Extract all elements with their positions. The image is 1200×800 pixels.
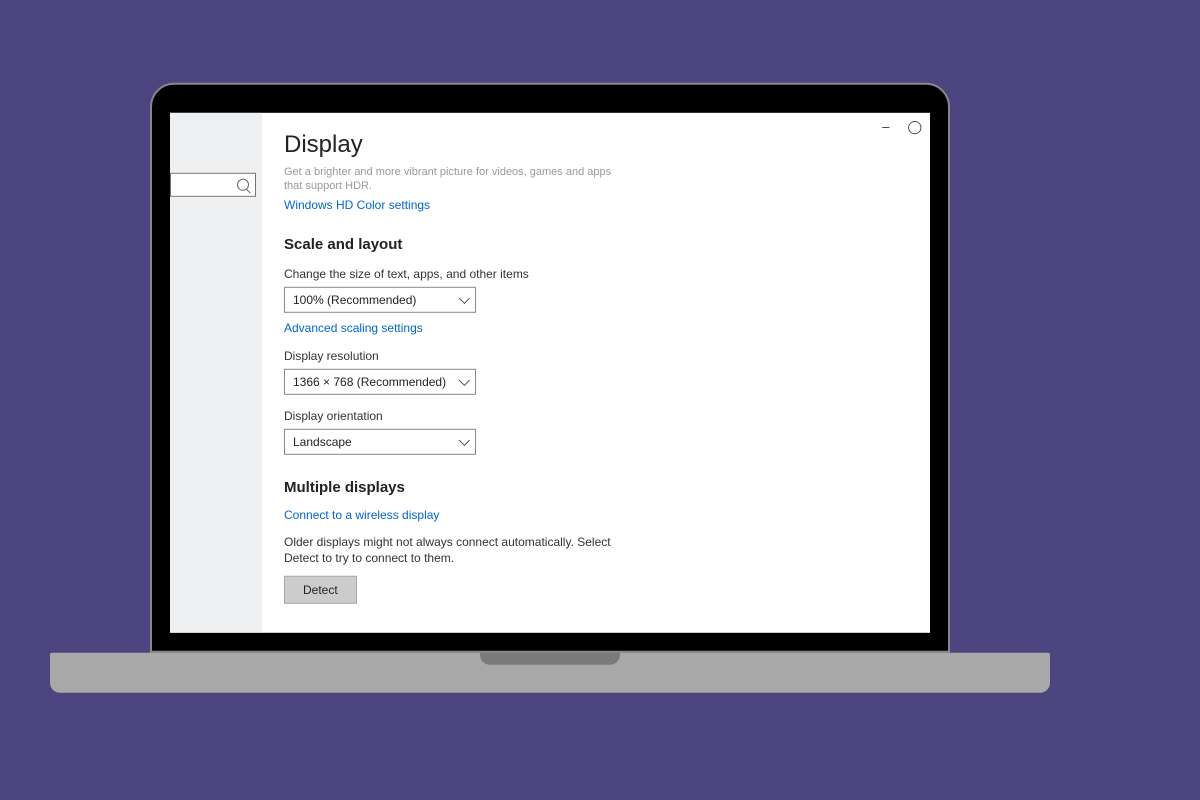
text-size-dropdown[interactable]: 100% (Recommended) [284,286,476,312]
laptop-frame: – ◯ Display Get a brighter and more vibr… [150,83,1050,693]
orientation-label: Display orientation [284,408,900,422]
detect-info-text: Older displays might not always connect … [284,533,624,565]
orientation-value: Landscape [293,434,352,448]
text-size-value: 100% (Recommended) [293,292,416,306]
scale-layout-heading: Scale and layout [284,235,900,252]
resolution-dropdown[interactable]: 1366 × 768 (Recommended) [284,368,476,394]
resolution-value: 1366 × 768 (Recommended) [293,374,446,388]
laptop-notch [480,653,620,665]
chevron-down-icon [459,434,470,445]
detect-button[interactable]: Detect [284,576,357,604]
settings-window: – ◯ Display Get a brighter and more vibr… [170,113,930,633]
laptop-screen-bezel: – ◯ Display Get a brighter and more vibr… [150,83,950,653]
display-settings-panel: Display Get a brighter and more vibrant … [262,113,930,633]
search-input[interactable] [170,173,256,197]
resolution-label: Display resolution [284,348,900,362]
advanced-scaling-link[interactable]: Advanced scaling settings [284,320,423,334]
text-size-label: Change the size of text, apps, and other… [284,266,900,280]
multiple-displays-heading: Multiple displays [284,478,900,495]
page-title: Display [284,131,900,159]
search-icon [237,179,249,191]
chevron-down-icon [459,374,470,385]
chevron-down-icon [459,292,470,303]
hdr-settings-link[interactable]: Windows HD Color settings [284,197,430,211]
wireless-display-link[interactable]: Connect to a wireless display [284,507,439,521]
settings-sidebar [170,113,262,633]
laptop-base [50,653,1050,693]
orientation-dropdown[interactable]: Landscape [284,428,476,454]
hdr-description: Get a brighter and more vibrant picture … [284,165,624,194]
